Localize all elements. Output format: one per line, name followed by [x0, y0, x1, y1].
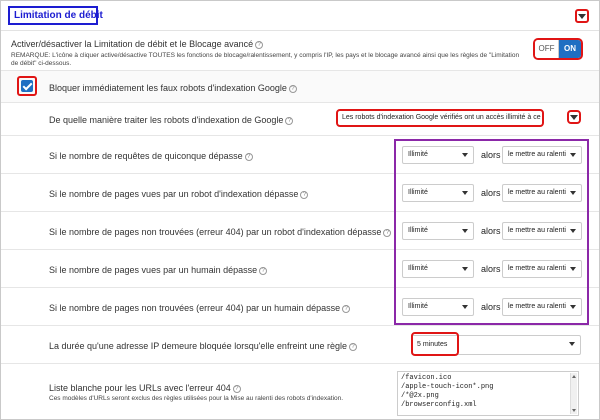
help-icon[interactable]: ? — [285, 116, 294, 125]
whitelist-scrollbar[interactable] — [570, 373, 577, 414]
help-icon[interactable]: ? — [300, 190, 309, 199]
help-icon[interactable]: ? — [288, 84, 297, 93]
rule-label: Si le nombre de pages vues par un humain… — [49, 265, 258, 275]
whitelist-note: Ces modèles d'URLs seront exclus des règ… — [49, 395, 344, 402]
whitelist-label: Liste blanche pour les URLs avec l'erreu… — [49, 383, 231, 393]
help-icon[interactable]: ? — [342, 304, 351, 313]
check-icon — [21, 80, 33, 92]
panel-title: Limitation de débit — [8, 6, 103, 25]
help-icon[interactable]: ? — [255, 40, 264, 49]
scroll-up-icon[interactable] — [572, 375, 576, 378]
help-icon[interactable]: ? — [259, 266, 268, 275]
google-bots-dropdown-button[interactable] — [567, 110, 581, 124]
help-icon[interactable]: ? — [348, 342, 357, 351]
panel-header: Limitation de débit — [1, 1, 599, 31]
main-toggle-row: Activer/désactiver la Limitation de débi… — [1, 31, 599, 71]
rate-limit-toggle[interactable]: OFF ON — [533, 38, 583, 60]
rule-label: Si le nombre de requêtes de quiconque dé… — [49, 151, 243, 161]
block-fake-bots-checkbox[interactable] — [17, 76, 37, 96]
block-duration-label: La durée qu'une adresse IP demeure bloqu… — [49, 341, 347, 351]
main-toggle-note: REMARQUE: L'icône à cliquer active/désac… — [11, 52, 520, 67]
main-toggle-label: Activer/désactiver la Limitation de débi… — [11, 39, 254, 49]
rule-label: Si le nombre de pages non trouvées (erre… — [49, 303, 341, 313]
chevron-down-icon — [578, 14, 586, 19]
rule-label: Si le nombre de pages non trouvées (erre… — [49, 227, 382, 237]
rules-highlight-box — [394, 139, 589, 325]
collapse-button[interactable] — [575, 9, 589, 23]
toggle-off-label[interactable]: OFF — [535, 40, 559, 58]
rule-label: Si le nombre de pages vues par un robot … — [49, 189, 299, 199]
help-icon[interactable]: ? — [232, 384, 241, 393]
help-icon[interactable]: ? — [244, 152, 253, 161]
toggle-on-label[interactable]: ON — [559, 40, 581, 58]
chevron-down-icon — [570, 115, 578, 120]
rate-limiting-panel: Limitation de débit Activer/désactiver l… — [0, 0, 600, 420]
google-bots-select[interactable]: Les robots d'indexation Google vérifiés … — [336, 109, 544, 127]
block-fake-bots-label: Bloquer immédiatement les faux robots d'… — [49, 83, 287, 93]
scroll-down-icon[interactable] — [572, 409, 576, 412]
google-bots-label: De quelle manière traiter les robots d'i… — [49, 115, 284, 125]
help-icon[interactable]: ? — [383, 228, 392, 237]
chevron-down-icon — [569, 342, 575, 346]
block-duration-highlight — [411, 332, 459, 356]
whitelist-textarea[interactable]: /favicon.ico /apple-touch-icon*.png /*@2… — [397, 371, 579, 416]
